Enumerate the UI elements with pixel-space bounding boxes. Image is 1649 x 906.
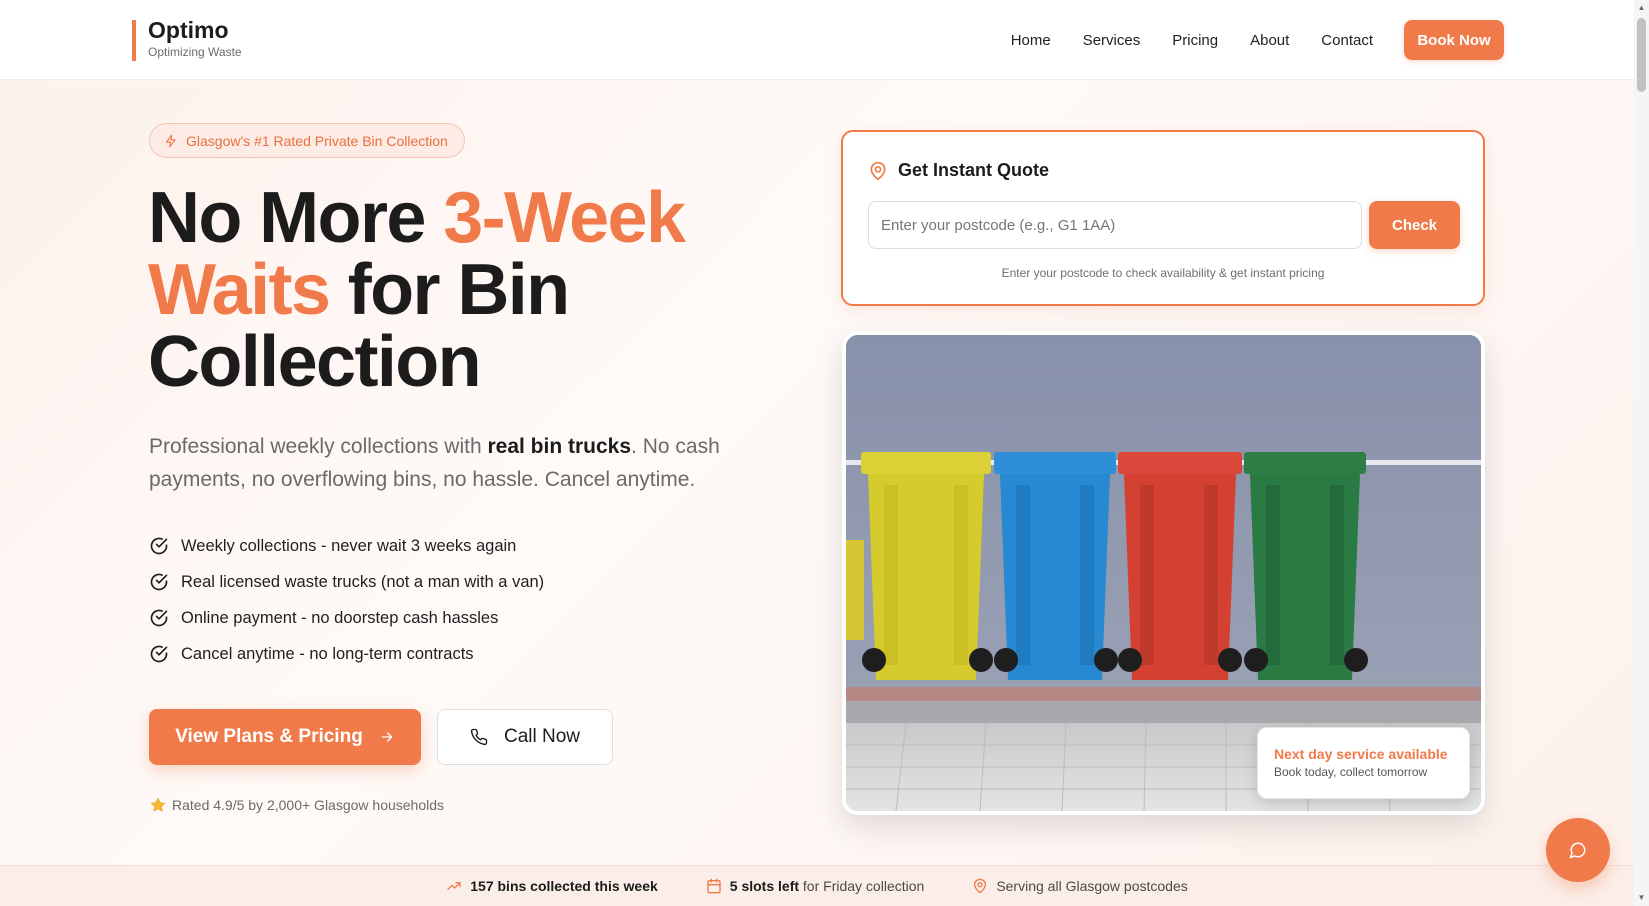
phone-icon (470, 728, 488, 746)
hero-badge: Glasgow's #1 Rated Private Bin Collectio… (149, 123, 465, 158)
feature-text: Weekly collections - never wait 3 weeks … (181, 536, 517, 555)
nav-contact[interactable]: Contact (1321, 32, 1373, 49)
nav-about[interactable]: About (1250, 32, 1289, 49)
postcode-input[interactable] (868, 201, 1362, 249)
chat-bubble-icon (1569, 841, 1587, 859)
site-header: Optimo Optimizing Waste Home Services Pr… (0, 0, 1634, 80)
check-button[interactable]: Check (1369, 201, 1460, 249)
hero-headline: No More 3-Week Waits for Bin Collection (148, 182, 788, 398)
stat-serving-text: Serving all Glasgow postcodes (996, 878, 1188, 894)
check-circle-icon (149, 644, 169, 664)
brand-name: Optimo (148, 17, 229, 43)
stat-bins-text: 157 bins collected this week (470, 878, 658, 894)
stat-slots-rest: for Friday collection (799, 878, 925, 894)
quote-title: Get Instant Quote (868, 160, 1049, 181)
feature-item: Real licensed waste trucks (not a man wi… (149, 564, 544, 600)
feature-item: Weekly collections - never wait 3 weeks … (149, 528, 544, 564)
calendar-icon (706, 878, 722, 894)
subtitle-before: Professional weekly collections with (149, 435, 488, 458)
stat-serving: Serving all Glasgow postcodes (972, 878, 1188, 894)
nav-pricing[interactable]: Pricing (1172, 32, 1218, 49)
nav-home[interactable]: Home (1011, 32, 1051, 49)
quote-card: Get Instant Quote Check Enter your postc… (841, 130, 1485, 306)
stat-slots: 5 slots left for Friday collection (706, 878, 925, 894)
view-plans-label: View Plans & Pricing (175, 726, 363, 747)
badge-text: Glasgow's #1 Rated Private Bin Collectio… (186, 132, 448, 149)
quote-title-text: Get Instant Quote (898, 160, 1050, 180)
brand-logo[interactable]: Optimo Optimizing Waste (132, 17, 242, 61)
headline-accent-2: Waits (148, 250, 331, 330)
subtitle-bold: real bin trucks (487, 435, 632, 458)
feature-text: Real licensed waste trucks (not a man wi… (181, 572, 545, 591)
page-scrollbar[interactable]: ▲ ▼ (1634, 0, 1649, 906)
scroll-down-arrow[interactable]: ▼ (1637, 893, 1646, 903)
check-circle-icon (149, 608, 169, 628)
next-day-card: Next day service available Book today, c… (1257, 727, 1470, 799)
next-day-title: Next day service available (1274, 746, 1448, 762)
feature-text: Online payment - no doorstep cash hassle… (181, 608, 499, 627)
map-pin-icon (972, 878, 988, 894)
next-day-subtitle: Book today, collect tomorrow (1274, 765, 1428, 779)
quote-hint: Enter your postcode to check availabilit… (1001, 266, 1325, 280)
rating-text: Rated 4.9/5 by 2,000+ Glasgow households (172, 797, 445, 813)
scroll-up-arrow[interactable]: ▲ (1637, 3, 1646, 13)
lightning-icon (164, 134, 178, 148)
view-plans-button[interactable]: View Plans & Pricing (149, 709, 421, 765)
hero-subtitle: Professional weekly collections with rea… (149, 430, 749, 496)
brand-tagline: Optimizing Waste (148, 45, 242, 59)
stat-slots-bold: 5 slots left (729, 878, 800, 894)
feature-item: Online payment - no doorstep cash hassle… (149, 600, 544, 636)
headline-part1: No More (148, 178, 444, 258)
nav-services[interactable]: Services (1083, 32, 1141, 49)
stats-strip: 157 bins collected this week 5 slots lef… (0, 865, 1634, 906)
map-pin-icon (868, 161, 888, 181)
stat-slots-line: 5 slots left for Friday collection (730, 878, 925, 894)
chat-button[interactable] (1546, 818, 1610, 882)
feature-text: Cancel anytime - no long-term contracts (181, 644, 474, 663)
star-icon (150, 797, 166, 813)
stat-bins: 157 bins collected this week (446, 878, 658, 894)
arrow-right-icon (379, 729, 395, 745)
trending-up-icon (446, 878, 462, 894)
call-now-button[interactable]: Call Now (437, 709, 613, 765)
scroll-thumb[interactable] (1637, 18, 1646, 92)
feature-list: Weekly collections - never wait 3 weeks … (149, 528, 544, 672)
main-nav: Home Services Pricing About Contact Book… (1011, 20, 1504, 60)
rating-row: Rated 4.9/5 by 2,000+ Glasgow households (150, 797, 444, 813)
feature-item: Cancel anytime - no long-term contracts (149, 636, 544, 672)
call-now-label: Call Now (503, 726, 581, 747)
check-circle-icon (149, 536, 169, 556)
headline-accent-1: 3-Week (443, 178, 686, 258)
check-circle-icon (149, 572, 169, 592)
book-now-button[interactable]: Book Now (1404, 20, 1504, 60)
